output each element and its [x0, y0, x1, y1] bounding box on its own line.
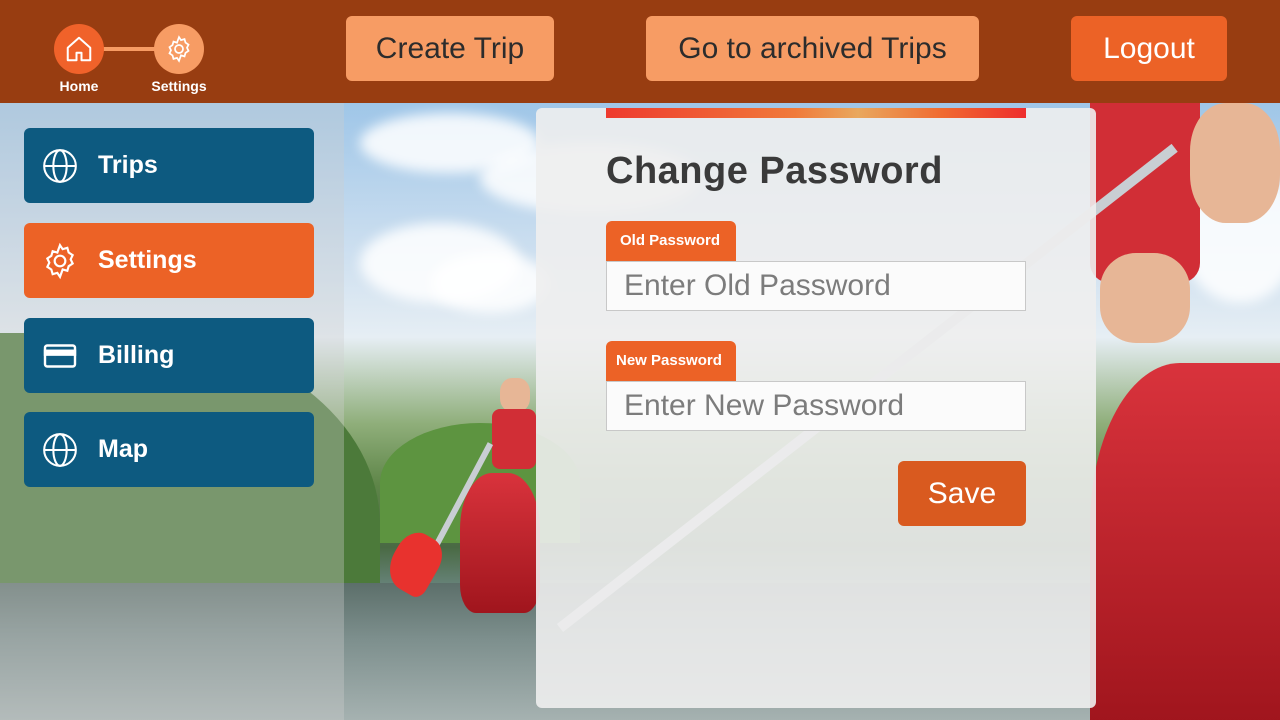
sidebar-item-trips[interactable]: Trips [24, 128, 314, 203]
new-password-field[interactable] [606, 381, 1026, 431]
sidebar-item-settings[interactable]: Settings [24, 223, 314, 298]
old-password-field[interactable] [606, 261, 1026, 311]
home-icon [66, 36, 92, 62]
sidebar: Trips Settings Billing Map [0, 103, 344, 720]
new-password-label: New Password [606, 341, 736, 381]
gear-icon [40, 241, 80, 281]
archived-trips-button[interactable]: Go to archived Trips [646, 16, 979, 81]
create-trip-button[interactable]: Create Trip [346, 16, 554, 81]
globe-icon [40, 146, 80, 186]
sidebar-item-map[interactable]: Map [24, 412, 314, 487]
sidebar-item-label: Settings [98, 246, 197, 274]
credit-card-icon [40, 336, 80, 376]
sidebar-item-label: Billing [98, 341, 175, 369]
breadcrumb-settings[interactable] [154, 24, 204, 74]
save-button[interactable]: Save [898, 461, 1026, 526]
sidebar-item-billing[interactable]: Billing [24, 318, 314, 393]
globe-icon [40, 430, 80, 470]
breadcrumb-settings-label: Settings [151, 78, 207, 94]
panel-accent-bar [606, 108, 1026, 118]
change-password-panel: Change Password Old Password New Passwor… [536, 108, 1096, 708]
breadcrumb-home[interactable] [54, 24, 104, 74]
logout-button[interactable]: Logout [1071, 16, 1227, 81]
sidebar-item-label: Trips [98, 151, 158, 179]
breadcrumb-home-label: Home [59, 78, 99, 94]
sidebar-item-label: Map [98, 435, 148, 463]
gear-icon [168, 35, 190, 63]
old-password-label: Old Password [606, 221, 736, 261]
page-title: Change Password [606, 150, 943, 192]
top-header: Home Settings Create Trip Go to archived… [0, 0, 1280, 103]
breadcrumb-connector [100, 47, 158, 51]
